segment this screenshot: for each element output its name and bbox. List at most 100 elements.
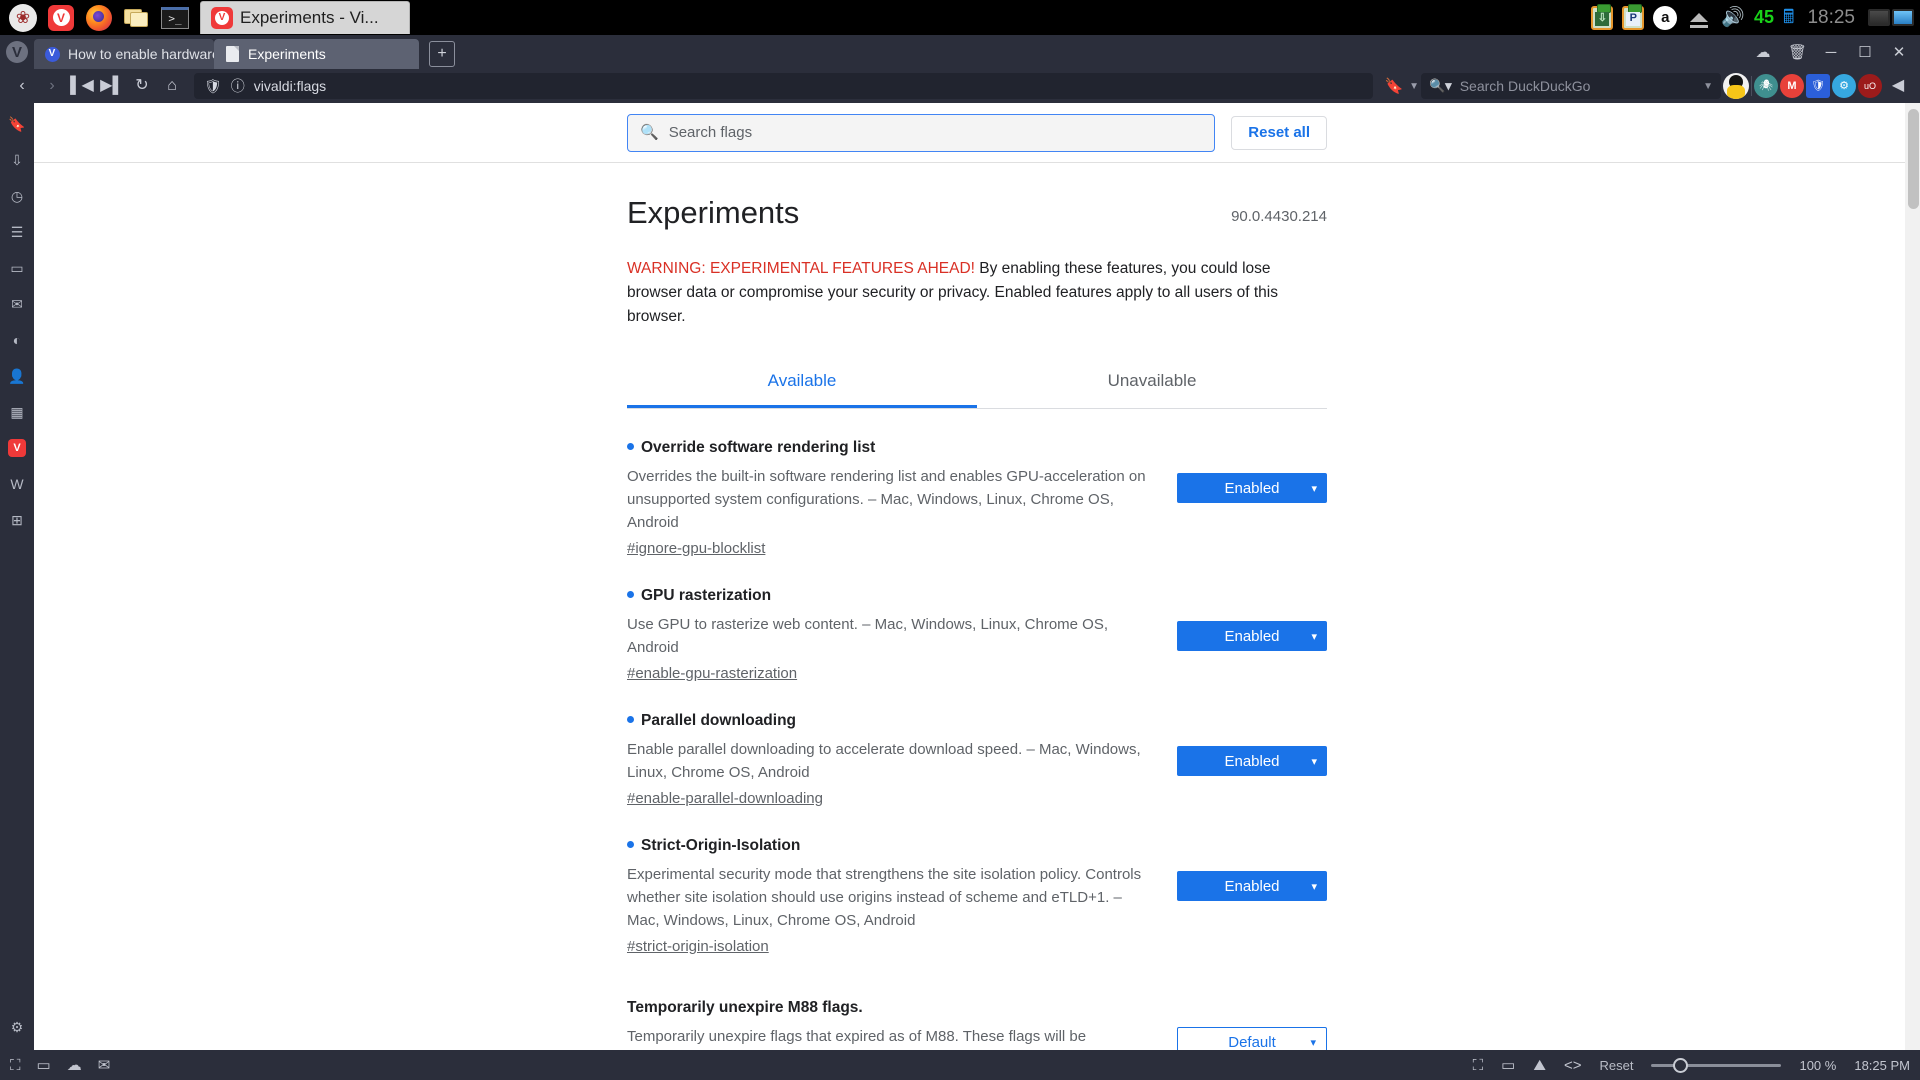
capture-icon[interactable]: ⛶	[1473, 1058, 1484, 1073]
mail-status-icon[interactable]: ✉	[98, 1058, 111, 1073]
sync-status-icon[interactable]: ☁	[67, 1058, 82, 1073]
firefox-launcher-icon[interactable]	[84, 3, 114, 33]
contacts-panel-icon[interactable]: 👤	[6, 367, 28, 385]
tab-unavailable[interactable]: Unavailable	[977, 359, 1327, 408]
notes-panel-icon[interactable]: ☰	[6, 223, 28, 241]
add-web-panel-icon[interactable]: ⊞	[6, 511, 28, 529]
search-engine-icon[interactable]: 🔍▾	[1429, 78, 1452, 94]
browser-tab-0[interactable]: V How to enable hardware a	[34, 39, 214, 69]
profile-avatar[interactable]	[1723, 73, 1749, 99]
flag-row: Override software rendering list Overrid…	[627, 409, 1327, 557]
gmail-extension-icon[interactable]: M	[1780, 74, 1804, 98]
calendar-panel-icon[interactable]: ▦	[6, 403, 28, 421]
fastforward-button[interactable]: ▶▌	[98, 72, 126, 100]
tray-amazon-icon[interactable]: a	[1653, 5, 1678, 30]
ddg-privacy-extension-icon[interactable]: 🕷	[1754, 74, 1778, 98]
zoom-slider[interactable]	[1651, 1057, 1782, 1073]
status-bar-right: ⛶ ▭ ⛰ <> Reset 100 % 18:25 PM	[1473, 1057, 1910, 1073]
taskbar-launchers: ❀ V >_	[0, 0, 194, 35]
wikipedia-web-panel-icon[interactable]: W	[6, 475, 28, 493]
new-tab-button[interactable]: +	[429, 41, 455, 67]
page-scrollbar-thumb[interactable]	[1908, 109, 1919, 209]
flag-state-select[interactable]: Enabled ▾	[1177, 473, 1327, 503]
reset-all-button[interactable]: Reset all	[1231, 115, 1327, 150]
url-field[interactable]: 🛡 ⓘ vivaldi:flags	[194, 73, 1374, 99]
search-dropdown-icon[interactable]: ▼	[1703, 81, 1713, 92]
zoom-reset-button[interactable]: Reset	[1600, 1058, 1634, 1073]
flag-title-text: Temporarily unexpire M88 flags.	[627, 999, 863, 1016]
bookmark-dropdown-icon[interactable]: ▼	[1409, 81, 1419, 92]
bookmark-button[interactable]: 🔖	[1381, 73, 1407, 99]
flag-id[interactable]: #strict-origin-isolation	[627, 938, 1153, 955]
raspberry-menu-icon[interactable]: ❀	[8, 3, 38, 33]
page-scrollbar[interactable]	[1905, 103, 1920, 1050]
extensions-collapse-icon[interactable]: ◀	[1884, 72, 1912, 100]
tiling-icon[interactable]: ▭	[37, 1058, 51, 1073]
forward-button[interactable]: ›	[38, 72, 66, 100]
minimize-button[interactable]: ─	[1822, 45, 1840, 60]
ublock-origin-extension-icon[interactable]: uO	[1858, 74, 1882, 98]
chevron-down-icon: ▾	[1311, 880, 1317, 893]
vivaldi-launcher-icon[interactable]: V	[46, 3, 76, 33]
shield-icon[interactable]: 🛡	[204, 78, 222, 95]
reload-button[interactable]: ↻	[128, 72, 156, 100]
terminal-launcher-icon[interactable]: >_	[160, 3, 190, 33]
feeds-panel-icon[interactable]: ◐	[6, 331, 28, 349]
flag-row: Strict-Origin-Isolation Experimental sec…	[627, 807, 1327, 955]
flag-title-text: Strict-Origin-Isolation	[641, 837, 801, 854]
page-info-icon[interactable]: ⓘ	[231, 76, 245, 96]
trash-icon[interactable]: 🗑	[1788, 45, 1807, 60]
tray-eject-icon[interactable]	[1690, 13, 1709, 28]
images-toggle-icon[interactable]: ⛰	[1533, 1058, 1546, 1073]
bookmarks-panel-icon[interactable]: 🔖	[6, 115, 28, 133]
sync-cloud-icon[interactable]: ☁	[1754, 45, 1772, 60]
close-button[interactable]: ✕	[1890, 45, 1908, 60]
flag-title-text: GPU rasterization	[641, 587, 772, 604]
tab-available[interactable]: Available	[627, 359, 977, 408]
tray-workspace-2[interactable]	[1892, 9, 1914, 26]
zoom-slider-knob[interactable]	[1673, 1057, 1689, 1073]
taskbar-window-button[interactable]: V Experiments - Vi...	[200, 1, 410, 34]
flags-content: Experiments 90.0.4430.214 WARNING: EXPER…	[627, 163, 1327, 1050]
tray-clipboard-p-icon[interactable]: P	[1622, 3, 1645, 30]
file-manager-launcher-icon[interactable]	[122, 3, 152, 33]
flag-state-select[interactable]: Enabled ▾	[1177, 621, 1327, 651]
vivaldi-favicon-icon: V	[44, 46, 60, 62]
system-tray: ⇩ P a 🔊 45 🖩 18:25	[1591, 0, 1920, 35]
flag-id[interactable]: #enable-gpu-rasterization	[627, 665, 1153, 682]
mail-panel-icon[interactable]: ✉	[6, 295, 28, 313]
back-button[interactable]: ‹	[8, 72, 36, 100]
home-button[interactable]: ⌂	[158, 72, 186, 100]
blue-extension-icon[interactable]: ⚙	[1832, 74, 1856, 98]
flag-state-select[interactable]: Default ▾	[1177, 1027, 1327, 1050]
capture-page-icon[interactable]: ⛶	[10, 1058, 21, 1073]
tray-clipboard-download-icon[interactable]: ⇩	[1591, 3, 1614, 30]
browser-tab-0-label: How to enable hardware a	[68, 46, 214, 62]
bitwarden-extension-icon[interactable]: 🛡	[1806, 74, 1830, 98]
window-panel-icon[interactable]: ▭	[6, 259, 28, 277]
zoom-slider-track[interactable]	[1651, 1057, 1782, 1073]
flag-description: Temporarily unexpire flags that expired …	[627, 1028, 1087, 1045]
tray-bluetooth-icon[interactable]: 🖩	[1783, 8, 1794, 27]
browser-tab-1[interactable]: Experiments	[214, 39, 419, 69]
search-flags-input[interactable]: 🔍 Search flags	[627, 113, 1216, 152]
tray-volume-icon[interactable]: 🔊	[1721, 8, 1745, 27]
flag-state-select[interactable]: Enabled ▾	[1177, 871, 1327, 901]
developer-tools-icon[interactable]: <>	[1564, 1058, 1582, 1073]
flag-id[interactable]: #ignore-gpu-blocklist	[627, 540, 1153, 557]
tray-workspaces[interactable]	[1868, 9, 1914, 26]
flag-state-select[interactable]: Enabled ▾	[1177, 746, 1327, 776]
search-field[interactable]: 🔍▾ Search DuckDuckGo ▼	[1421, 73, 1721, 99]
history-panel-icon[interactable]: ◷	[6, 187, 28, 205]
flag-row: GPU rasterization Use GPU to rasterize w…	[627, 557, 1327, 682]
vivaldi-menu-button[interactable]: V	[0, 35, 34, 69]
tile-icon[interactable]: ▭	[1501, 1058, 1515, 1073]
document-favicon-icon	[224, 46, 240, 62]
downloads-panel-icon[interactable]: ⇩	[6, 151, 28, 169]
maximize-button[interactable]: ☐	[1856, 45, 1874, 60]
vivaldi-web-panel-icon[interactable]: V	[6, 439, 28, 457]
settings-panel-icon[interactable]: ⚙	[6, 1018, 28, 1036]
tray-workspace-1[interactable]	[1868, 9, 1890, 26]
rewind-button[interactable]: ▌◀	[68, 72, 96, 100]
flag-id[interactable]: #enable-parallel-downloading	[627, 790, 1153, 807]
